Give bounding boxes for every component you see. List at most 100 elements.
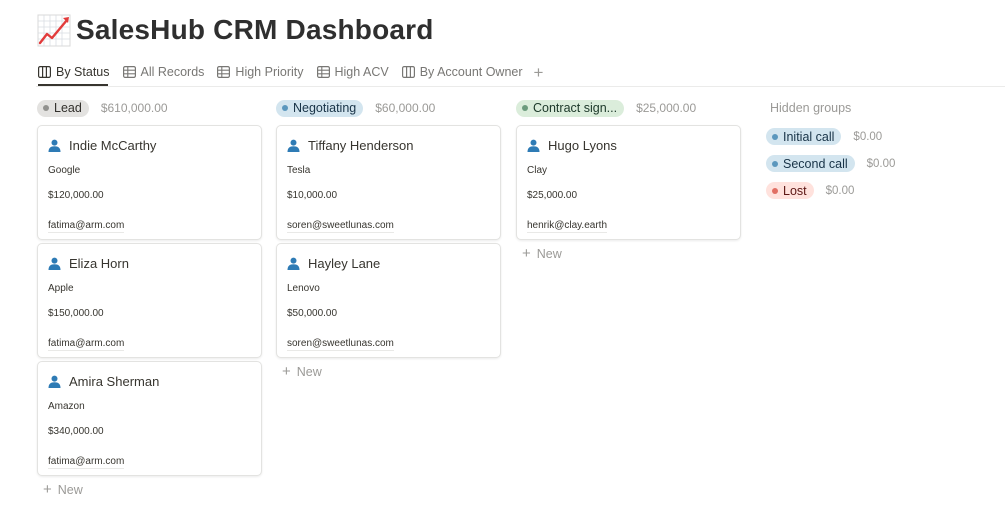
column-header: Contract sign... $25,000.00 [516, 99, 741, 117]
email-link[interactable]: fatima@arm.com [48, 338, 125, 351]
hidden-groups: Hidden groups Initial call $0.00 Second … [766, 101, 966, 209]
plus-icon: + [282, 363, 291, 380]
deal-value: $25,000.00 [527, 190, 578, 201]
deal-card[interactable]: Amira Sherman Amazon $340,000.00 fatima@… [37, 361, 262, 476]
company: Amazon [48, 401, 85, 412]
email-link[interactable]: soren@sweetlunas.com [287, 220, 394, 233]
new-label: New [536, 246, 562, 261]
deal-value: $120,000.00 [48, 190, 104, 201]
column-header: Lead $610,000.00 [37, 99, 262, 117]
deal-value: $150,000.00 [48, 308, 104, 319]
tabs-divider [36, 86, 1005, 87]
view-tabs: By Status All Records High Priority High… [38, 62, 543, 82]
person-icon [48, 139, 61, 152]
tab-by-status[interactable]: By Status [38, 65, 110, 79]
company: Google [48, 165, 81, 176]
tab-high-acv[interactable]: High ACV [316, 65, 389, 79]
board-column-negotiating: Negotiating $60,000.00 Tiffany Henderson… [276, 99, 501, 379]
status-badge: Second call [766, 155, 855, 172]
new-card-button[interactable]: + New [282, 364, 501, 379]
email-link[interactable]: fatima@arm.com [48, 220, 125, 233]
contact-name: Eliza Horn [69, 255, 129, 271]
group-total: $0.00 [866, 157, 896, 170]
tab-label: By Account Owner [419, 65, 523, 79]
plus-icon: + [522, 245, 531, 262]
status-badge: Lost [766, 182, 814, 199]
board-icon [38, 66, 51, 78]
person-icon [287, 257, 300, 270]
add-view-button[interactable]: + [534, 64, 544, 81]
card-title: Hayley Lane [287, 255, 490, 271]
contact-name: Hayley Lane [308, 255, 381, 271]
status-dot [282, 105, 288, 111]
table-icon [217, 66, 231, 78]
email-link[interactable]: fatima@arm.com [48, 456, 125, 469]
new-card-button[interactable]: + New [522, 246, 741, 261]
plus-icon: + [43, 481, 52, 498]
person-icon [287, 139, 300, 152]
table-icon [122, 66, 136, 78]
table-icon [316, 66, 330, 78]
company: Lenovo [287, 283, 320, 294]
status-badge: Initial call [766, 128, 842, 145]
chart-increasing-icon [37, 14, 71, 47]
new-label: New [57, 482, 83, 497]
tab-label: By Status [56, 65, 110, 79]
contact-name: Indie McCarthy [69, 137, 157, 153]
hidden-group-second-call[interactable]: Second call $0.00 [766, 155, 966, 172]
tab-all-records[interactable]: All Records [122, 65, 205, 79]
company: Apple [48, 283, 74, 294]
column-header: Negotiating $60,000.00 [276, 99, 501, 117]
company: Tesla [287, 165, 311, 176]
person-icon [48, 375, 61, 388]
deal-card[interactable]: Eliza Horn Apple $150,000.00 fatima@arm.… [37, 243, 262, 358]
status-label: Lost [783, 183, 807, 198]
status-dot [772, 160, 778, 167]
group-total: $0.00 [853, 130, 883, 143]
deal-value: $50,000.00 [287, 308, 338, 319]
deal-card[interactable]: Indie McCarthy Google $120,000.00 fatima… [37, 125, 262, 240]
email-link[interactable]: soren@sweetlunas.com [287, 338, 394, 351]
hidden-group-initial-call[interactable]: Initial call $0.00 [766, 128, 966, 145]
page-header: SalesHub CRM Dashboard [36, 12, 434, 48]
tab-label: All Records [140, 65, 205, 79]
column-total: $25,000.00 [636, 101, 697, 115]
status-dot [43, 105, 49, 111]
column-total: $60,000.00 [375, 101, 436, 115]
contact-name: Amira Sherman [69, 373, 160, 389]
deal-value: $10,000.00 [287, 190, 338, 201]
tab-by-account-owner[interactable]: By Account Owner [401, 65, 523, 79]
board-column-lead: Lead $610,000.00 Indie McCarthy Google $… [37, 99, 262, 497]
tab-label: High Priority [235, 65, 304, 79]
status-badge[interactable]: Negotiating [276, 99, 364, 117]
card-title: Amira Sherman [48, 373, 251, 389]
card-title: Eliza Horn [48, 255, 251, 271]
tab-label: High ACV [334, 65, 389, 79]
person-icon [527, 139, 540, 152]
active-tab-indicator [38, 84, 108, 86]
email-link[interactable]: henrik@clay.earth [527, 220, 607, 233]
board-icon [401, 66, 415, 78]
deal-card[interactable]: Hayley Lane Lenovo $50,000.00 soren@swee… [276, 243, 501, 358]
card-title: Tiffany Henderson [287, 137, 490, 153]
card-title: Hugo Lyons [527, 137, 730, 153]
status-badge[interactable]: Lead [37, 99, 89, 117]
new-card-button[interactable]: + New [43, 482, 262, 497]
status-label: Second call [783, 156, 848, 171]
hidden-groups-title: Hidden groups [770, 101, 852, 115]
company: Clay [527, 165, 548, 176]
contact-name: Tiffany Henderson [308, 137, 414, 153]
deal-card[interactable]: Hugo Lyons Clay $25,000.00 henrik@clay.e… [516, 125, 741, 240]
column-total: $610,000.00 [100, 101, 168, 115]
deal-value: $340,000.00 [48, 426, 104, 437]
person-icon [48, 257, 61, 270]
card-title: Indie McCarthy [48, 137, 251, 153]
status-dot [522, 105, 528, 111]
status-label: Lead [54, 101, 82, 115]
group-total: $0.00 [825, 184, 855, 197]
status-label: Initial call [783, 129, 835, 144]
tab-high-priority[interactable]: High Priority [217, 65, 304, 79]
hidden-group-lost[interactable]: Lost $0.00 [766, 182, 966, 199]
status-badge[interactable]: Contract sign... [516, 99, 625, 117]
deal-card[interactable]: Tiffany Henderson Tesla $10,000.00 soren… [276, 125, 501, 240]
